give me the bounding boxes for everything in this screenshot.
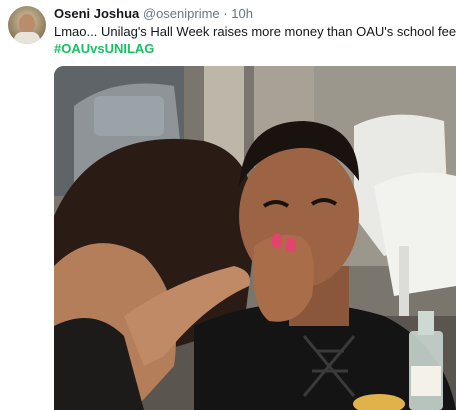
timestamp[interactable]: 10h (231, 6, 253, 21)
tweet-header: Oseni Joshua @oseniprime · 10h (54, 6, 253, 22)
hashtag-link[interactable]: #OAUvsUNILAG (54, 41, 154, 57)
avatar[interactable] (8, 6, 46, 44)
tweet[interactable]: Oseni Joshua @oseniprime · 10h Lmao... U… (0, 0, 456, 410)
avatar-shirt (14, 32, 40, 44)
tweet-text: Lmao... Unilag's Hall Week raises more m… (54, 24, 456, 39)
display-name[interactable]: Oseni Joshua (54, 6, 139, 21)
separator-dot: · (223, 6, 228, 21)
tweet-photo[interactable] (54, 66, 456, 410)
photo-illustration (54, 66, 456, 410)
user-handle[interactable]: @oseniprime (143, 6, 220, 21)
avatar-face (19, 14, 35, 34)
